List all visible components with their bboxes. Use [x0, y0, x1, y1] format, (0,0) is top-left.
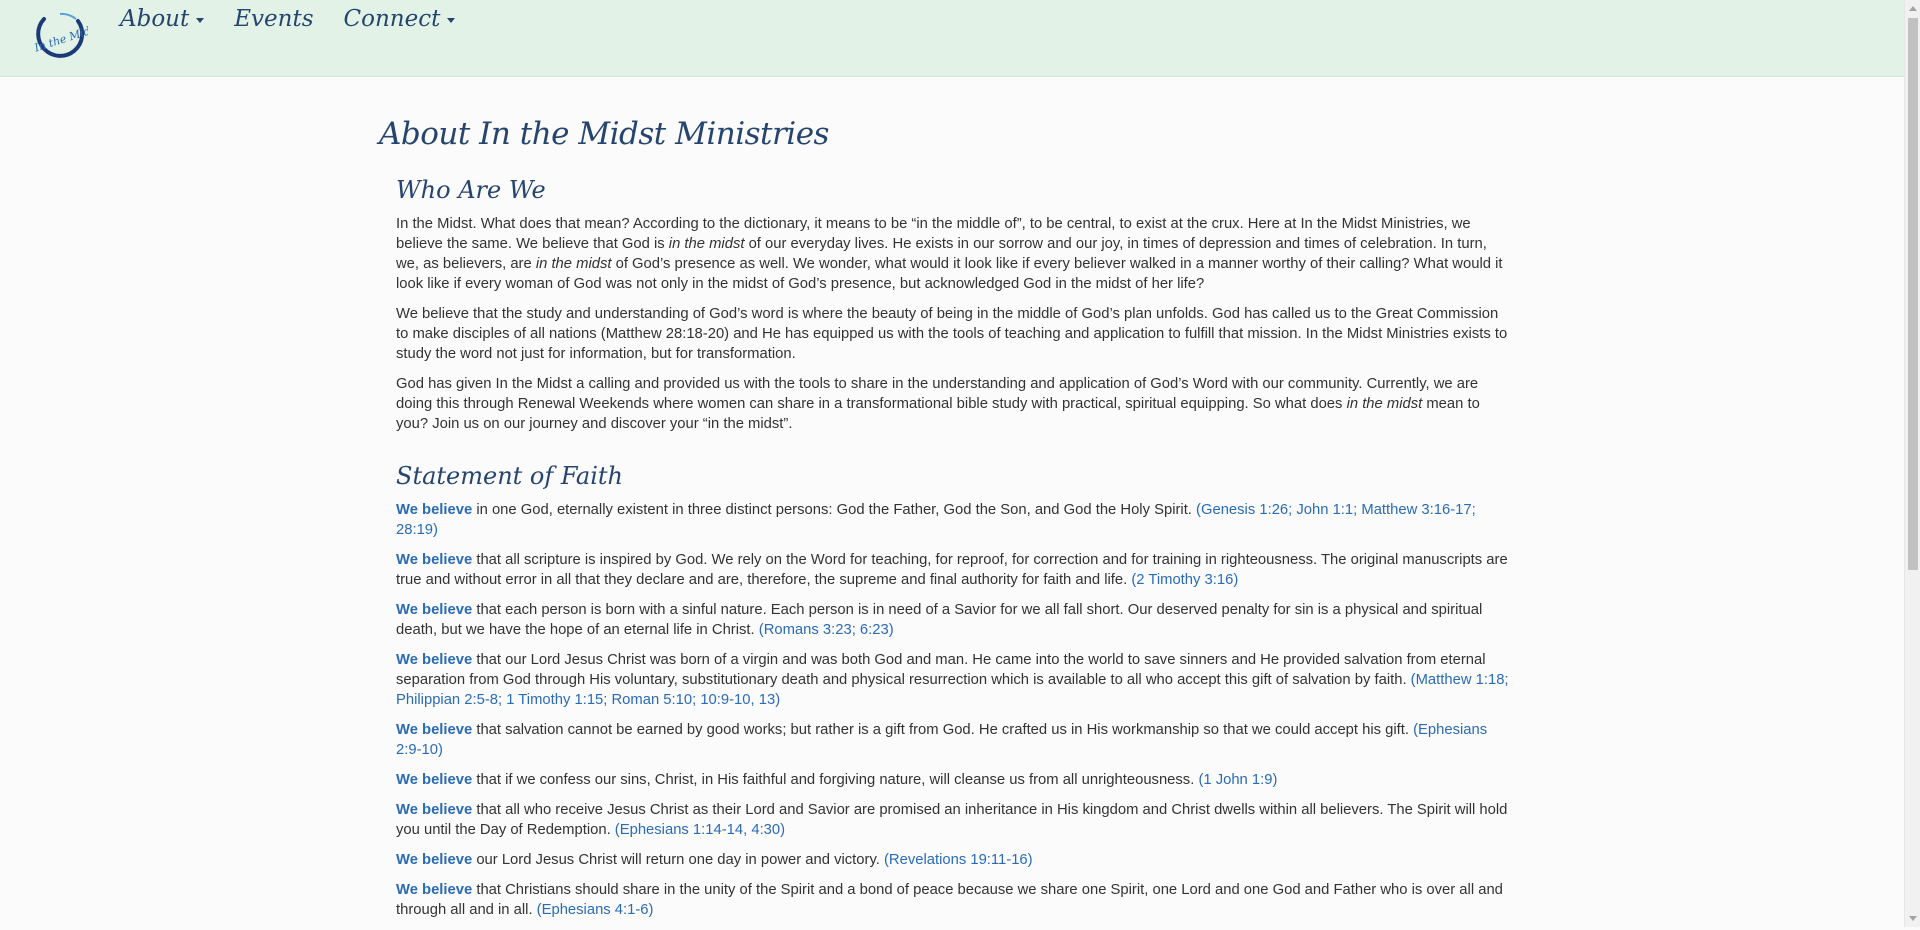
we-believe-label: We believe: [396, 852, 473, 868]
faith-item: We believe that if we confess our sins, …: [396, 770, 1509, 790]
nav-events[interactable]: Events: [234, 6, 313, 32]
we-believe-label: We believe: [396, 882, 473, 898]
vertical-scrollbar[interactable]: [1904, 0, 1920, 927]
we-believe-label: We believe: [396, 652, 473, 668]
we-believe-label: We believe: [396, 502, 473, 518]
section-title-who: Who Are We: [396, 176, 546, 204]
who-paragraph-1: In the Midst. What does that mean? Accor…: [396, 214, 1509, 294]
who-paragraph-3: God has given In the Midst a calling and…: [396, 374, 1509, 434]
site-logo[interactable]: In the Midst: [30, 11, 102, 63]
scroll-down-arrow-icon[interactable]: [1909, 916, 1917, 921]
we-believe-label: We believe: [396, 772, 473, 788]
we-believe-label: We believe: [396, 552, 473, 568]
who-section: Who Are We In the Midst. What does that …: [379, 176, 1509, 434]
scripture-reference: (1 John 1:9): [1198, 772, 1278, 788]
faith-text: that all scripture is inspired by God. W…: [396, 552, 1508, 588]
scripture-reference: (Revelations 19:11-16): [883, 852, 1033, 868]
nav-connect-label: Connect: [343, 6, 441, 32]
emphasis: in the midst: [535, 256, 612, 272]
faith-item: We believe that all who receive Jesus Ch…: [396, 800, 1509, 840]
emphasis: in the midst: [668, 236, 745, 252]
faith-item: We believe that all scripture is inspire…: [396, 550, 1509, 590]
faith-item: We believe that Christians should share …: [396, 880, 1509, 920]
scripture-reference: (Ephesians 4:1-6): [536, 902, 654, 918]
nav-about-label: About: [120, 6, 190, 32]
faith-text: in one God, eternally existent in three …: [472, 502, 1197, 518]
text: God has given In the Midst a calling and…: [396, 376, 1479, 412]
scroll-up-arrow-icon[interactable]: [1909, 6, 1917, 11]
faith-text: that all who receive Jesus Christ as the…: [396, 802, 1508, 838]
faith-text: that each person is born with a sinful n…: [396, 602, 1483, 638]
faith-text: that salvation cannot be earned by good …: [472, 722, 1414, 738]
nav-about[interactable]: About: [120, 6, 205, 32]
chevron-down-icon: [196, 18, 205, 23]
scripture-reference: (Ephesians 1:14-14, 4:30): [614, 822, 786, 838]
faith-item: We believe that salvation cannot be earn…: [396, 720, 1509, 760]
faith-item: We believe that our Lord Jesus Christ wa…: [396, 650, 1509, 710]
we-believe-label: We believe: [396, 722, 473, 738]
scrollbar-thumb[interactable]: [1908, 18, 1918, 570]
faith-text: that our Lord Jesus Christ was born of a…: [396, 652, 1486, 688]
faith-item: We believe our Lord Jesus Christ will re…: [396, 850, 1509, 870]
main-content: About In the Midst Ministries Who Are We…: [379, 104, 1509, 930]
we-believe-label: We believe: [396, 802, 473, 818]
who-paragraph-2: We believe that the study and understand…: [396, 306, 1508, 362]
nav-connect[interactable]: Connect: [344, 6, 456, 32]
we-believe-label: We believe: [396, 602, 473, 618]
nav-events-label: Events: [234, 6, 314, 32]
faith-item: We believe in one God, eternally existen…: [396, 500, 1509, 540]
faith-text: that if we confess our sins, Christ, in …: [472, 772, 1199, 788]
navbar: In the Midst About Events Connect: [0, 0, 1904, 77]
scripture-reference: (Romans 3:23; 6:23): [758, 622, 894, 638]
faith-text: our Lord Jesus Christ will return one da…: [472, 852, 884, 868]
scripture-reference: (2 Timothy 3:16): [1131, 572, 1239, 588]
emphasis: in the midst: [1346, 396, 1423, 412]
faith-section: Statement of Faith We believe in one God…: [379, 462, 1509, 920]
chevron-down-icon: [447, 18, 456, 23]
section-title-faith: Statement of Faith: [396, 462, 624, 490]
faith-item: We believe that each person is born with…: [396, 600, 1509, 640]
page-title: About In the Midst Ministries: [379, 116, 829, 152]
